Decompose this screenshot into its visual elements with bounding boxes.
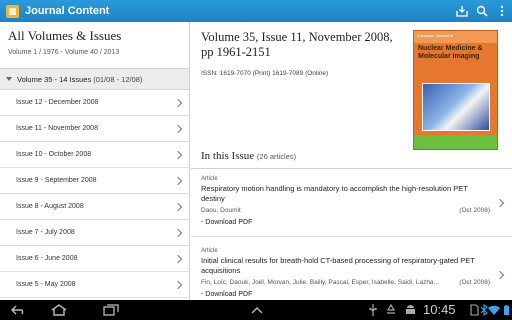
chevron-up-icon[interactable] [242,300,272,320]
issue-item[interactable]: Issue 12 - December 2008 [0,90,189,116]
article-title[interactable]: Respiratory motion handling is mandatory… [201,184,491,204]
issue-item[interactable]: Issue 9 - September 2008 [0,168,189,194]
download-pdf-label: Download PDF [205,219,253,226]
issue-label: Issue 9 - September 2008 [16,177,97,184]
article-date: (Oct 2008) [459,279,490,286]
volume-label: Volume 35 - 14 Issues [17,74,92,84]
chevron-right-icon [173,254,183,263]
section-count: (26 articles) [256,152,297,161]
issue-label: Issue 6 - June 2008 [16,255,78,262]
recycle-icon [385,304,397,316]
system-navigation-bar: 10:45 [0,300,512,320]
issue-item[interactable]: Issue 8 - August 2008 [0,194,189,220]
chevron-right-icon [173,176,183,185]
action-bar: Journal Content [0,0,512,22]
download-pdf-link[interactable]: - Download PDF [201,219,252,226]
download-pdf-link[interactable]: - Download PDF [201,291,252,298]
article-type: Article [201,176,218,182]
article-authors: Daou, Doumit [201,207,241,214]
cover-journal-name: Nuclear Medicine & Molecular Imaging [418,45,483,60]
back-icon[interactable] [4,300,34,320]
article-authors: Fin, Loïc, Daouk, Joël, Morvan, Julie, B… [201,279,439,286]
app-logo-icon[interactable] [6,4,19,18]
clock-time: 10:45 [423,302,456,317]
chevron-right-icon [495,198,505,208]
article-date: (Oct 2008) [459,207,490,214]
issue-label: Issue 10 - October 2008 [16,151,92,158]
recent-apps-icon[interactable] [96,300,126,320]
cover-top-text: European Journal of [414,31,497,43]
issue-title: Volume 35, Issue 11, November 2008, pp 1… [201,30,393,59]
chevron-right-icon [173,228,183,237]
sidebar-title: All Volumes & Issues [8,28,122,43]
volume-range: (01/08 - 12/08) [93,74,143,84]
app-title: Journal Content [25,5,110,17]
issue-label: Issue 8 - August 2008 [16,203,84,210]
wifi-icon [488,304,500,316]
chevron-right-icon [495,270,505,280]
issue-item[interactable]: Issue 10 - October 2008 [0,142,189,168]
article-item[interactable]: Article Initial clinical results for bre… [191,241,512,300]
chevron-right-icon [173,150,183,159]
volume-header[interactable]: Volume 35 - 14 Issues (01/08 - 12/08) [0,68,189,90]
search-icon[interactable] [472,0,492,22]
issue-item[interactable]: Issue 6 - June 2008 [0,246,189,272]
cover-strip [414,135,497,149]
battery-icon [500,304,512,316]
issue-detail-panel: Volume 35, Issue 11, November 2008, pp 1… [191,22,512,300]
chevron-right-icon [173,280,183,289]
android-icon [404,304,416,316]
issue-item[interactable]: Issue 5 - May 2008 [0,272,189,298]
usb-icon [367,304,379,316]
article-type: Article [201,248,218,254]
volumes-sidebar: All Volumes & Issues Volume 1 / 1976 - V… [0,22,190,300]
issue-label: Issue 11 - November 2008 [16,125,98,132]
section-heading: In this Issue (26 articles) [201,150,296,162]
sidebar-subtitle: Volume 1 / 1976 - Volume 40 / 2013 [8,49,120,56]
issue-label: Issue 12 - December 2008 [16,99,99,106]
issn-text: ISSN: 1619-7070 (Print) 1619-7089 (Onlin… [201,70,329,77]
article-item[interactable]: Article Respiratory motion handling is m… [191,169,512,237]
download-icon[interactable] [452,0,472,22]
chevron-right-icon [173,124,183,133]
chevron-right-icon [173,98,183,107]
cover-artwork [422,83,490,131]
issue-label: Issue 7 - July 2008 [16,229,75,236]
issue-label: Issue 5 - May 2008 [16,281,76,288]
issue-item[interactable]: Issue 11 - November 2008 [0,116,189,142]
caret-down-icon [6,77,12,81]
section-title: In this Issue [201,150,255,162]
journal-cover-image[interactable]: European Journal of Nuclear Medicine & M… [413,30,498,150]
download-pdf-label: Download PDF [205,291,253,298]
article-title[interactable]: Initial clinical results for breath-hold… [201,256,491,276]
issue-item[interactable]: Issue 7 - July 2008 [0,220,189,246]
chevron-right-icon [173,202,183,211]
home-icon[interactable] [44,300,74,320]
overflow-menu-icon[interactable] [492,0,512,22]
